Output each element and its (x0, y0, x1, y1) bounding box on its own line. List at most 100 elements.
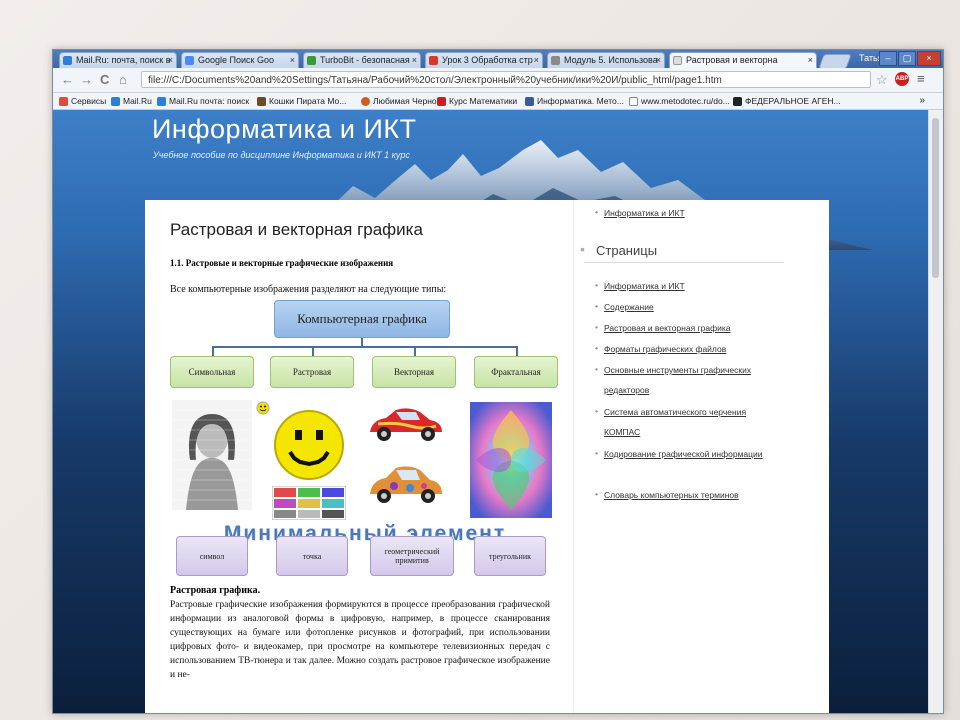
bookmark-metodotec[interactable]: www.metodotec.ru/do... (629, 93, 730, 109)
sidebar-pages-heading: Страницы (580, 241, 657, 258)
tab-label: Google Поиск Goo (198, 55, 274, 65)
close-icon[interactable]: × (412, 53, 417, 68)
element-label: символ (199, 551, 225, 561)
bookmark-label: www.metodotec.ru/do... (641, 96, 730, 106)
reload-button[interactable]: C (100, 72, 109, 87)
forward-button[interactable]: → (80, 72, 93, 87)
bookmark-informatics[interactable]: Информатика. Мето... (525, 93, 624, 109)
adblock-icon[interactable]: ABP (895, 72, 909, 86)
browser-toolbar: ← → C ⌂ file:///C:/Documents%20and%20Set… (53, 68, 943, 93)
bookmark-label: Mail.Ru (123, 96, 152, 106)
bookmark-mailru[interactable]: Mail.Ru (111, 93, 152, 109)
bookmarks-bar: Сервисы Mail.Ru Mail.Ru почта: поиск Кош… (53, 93, 943, 110)
colorful-car-image (370, 466, 442, 503)
browser-window: Mail.Ru: почта, поиск в × Google Поиск G… (52, 49, 944, 714)
bookmark-label: Курс Математики (449, 96, 518, 106)
vertical-scrollbar[interactable] (928, 110, 943, 713)
turbobit-favicon-icon (307, 56, 316, 65)
close-window-button[interactable]: × (917, 51, 941, 66)
mailru-favicon-icon (63, 56, 72, 65)
close-icon[interactable]: × (290, 53, 295, 68)
address-bar[interactable]: file:///C:/Documents%20and%20Settings/Та… (141, 71, 871, 88)
sidebar-link-home[interactable]: Информатика и ИКТ (595, 207, 685, 218)
connector (516, 346, 518, 356)
maximize-button[interactable]: ▢ (898, 51, 916, 66)
fractal-image (470, 402, 552, 518)
sidebar-page-glossary[interactable]: Словарь компьютерных терминов (595, 484, 764, 505)
bookmark-mailru-mail[interactable]: Mail.Ru почта: поиск (157, 93, 249, 109)
diagram-type-symbolic: Символьная (170, 356, 254, 388)
raster-heading: Растровая графика. (170, 585, 261, 596)
home-button[interactable]: ⌂ (119, 72, 127, 87)
sidebar-page-kompas[interactable]: Система автоматического черчения КОМПАС (595, 401, 764, 442)
element-label: точка (302, 551, 322, 561)
document-icon (629, 97, 638, 106)
bookmark-federal[interactable]: ФЕДЕРАЛЬНОЕ АГЕН... (733, 93, 841, 109)
bookmark-label: Сервисы (71, 96, 107, 106)
tab-turbobit[interactable]: TurboBit - безопасная × (303, 52, 421, 68)
star-icon[interactable]: ☆ (876, 72, 888, 88)
apps-icon (59, 97, 68, 106)
bookmark-label: Любимая Черно (373, 96, 437, 106)
connector (414, 346, 416, 356)
bookmark-label: Информатика. Мето... (537, 96, 624, 106)
window-controls: – ▢ × (879, 51, 941, 66)
site-subtitle: Учебное пособие по дисциплине Информатик… (153, 150, 410, 160)
red-car-image (370, 408, 442, 441)
menu-icon[interactable]: ≡ (917, 71, 925, 86)
site-title: Информатика и ИКТ (152, 114, 417, 144)
tab-label: Модуль 5. Использова (564, 55, 658, 65)
bookmark-services[interactable]: Сервисы (59, 93, 106, 109)
bookmark-favorite[interactable]: Любимая Черно (361, 93, 437, 109)
intro-text: Все компьютерные изображения разделяют н… (170, 284, 447, 295)
minimize-button[interactable]: – (879, 51, 897, 66)
tab-google[interactable]: Google Поиск Goo × (181, 52, 299, 68)
diagram-type-vector: Векторная (372, 356, 456, 388)
mailru-icon (157, 97, 166, 106)
bookmark-label: Кошки Пирата Мо... (269, 96, 347, 106)
sidebar-page-contents[interactable]: Содержание (595, 296, 764, 317)
new-tab-button[interactable] (818, 54, 852, 69)
sidebar-page-editor-tools[interactable]: Основные инструменты графических редакто… (595, 359, 764, 400)
document-favicon-icon (673, 56, 682, 65)
bookmarks-more-button[interactable]: » (919, 93, 925, 109)
tab-strip: Mail.Ru: почта, поиск в × Google Поиск G… (53, 50, 943, 69)
sidebar-page-raster-vector[interactable]: Растровая и векторная графика (595, 317, 764, 338)
tab-label: Растровая и векторна (686, 55, 778, 65)
bookmark-label: ФЕДЕРАЛЬНОЕ АГЕН... (745, 96, 841, 106)
connector (212, 346, 214, 356)
section-heading: 1.1. Растровые и векторные графические и… (170, 258, 394, 268)
page-title: Растровая и векторная графика (170, 220, 423, 239)
sidebar-page-informatics[interactable]: Информатика и ИКТ (595, 275, 764, 296)
diagram-element-triangle: треугольник (474, 536, 546, 576)
diagram-element-primitive: геометрический примитив (370, 536, 454, 576)
agency-icon (733, 97, 742, 106)
ascii-mona-lisa-image (172, 400, 252, 510)
bookmark-math[interactable]: Курс Математики (437, 93, 517, 109)
back-button[interactable]: ← (61, 72, 74, 87)
small-smiley-icon (256, 401, 270, 415)
tab-module[interactable]: Модуль 5. Использова × (547, 52, 665, 68)
math-icon (437, 97, 446, 106)
close-icon[interactable]: × (656, 53, 661, 68)
close-icon[interactable]: × (534, 53, 539, 68)
article-content: Растровая и векторная графика 1.1. Растр… (145, 200, 573, 713)
page-viewport: Информатика и ИКТ Учебное пособие по дис… (53, 110, 929, 713)
scrollbar-thumb[interactable] (932, 118, 939, 278)
element-label: треугольник (488, 551, 531, 561)
connector (212, 346, 518, 348)
close-icon[interactable]: × (168, 53, 173, 68)
sidebar-page-encoding[interactable]: Кодирование графической информации (595, 443, 764, 464)
close-icon[interactable]: × (808, 53, 813, 68)
tab-label: TurboBit - безопасная (320, 55, 410, 65)
connector (361, 338, 363, 346)
tab-youtube[interactable]: Урок 3 Обработка стр × (425, 52, 543, 68)
diagram-element-dot: точка (276, 536, 348, 576)
sidebar-page-formats[interactable]: Форматы графических файлов (595, 338, 764, 359)
ball-icon (361, 97, 370, 106)
tab-mailru[interactable]: Mail.Ru: почта, поиск в × (59, 52, 177, 68)
diagram-type-raster: Растровая (270, 356, 354, 388)
tab-raster-vector[interactable]: Растровая и векторна × (669, 52, 817, 68)
bookmark-cats[interactable]: Кошки Пирата Мо... (257, 93, 346, 109)
tab-label: Урок 3 Обработка стр (442, 55, 533, 65)
